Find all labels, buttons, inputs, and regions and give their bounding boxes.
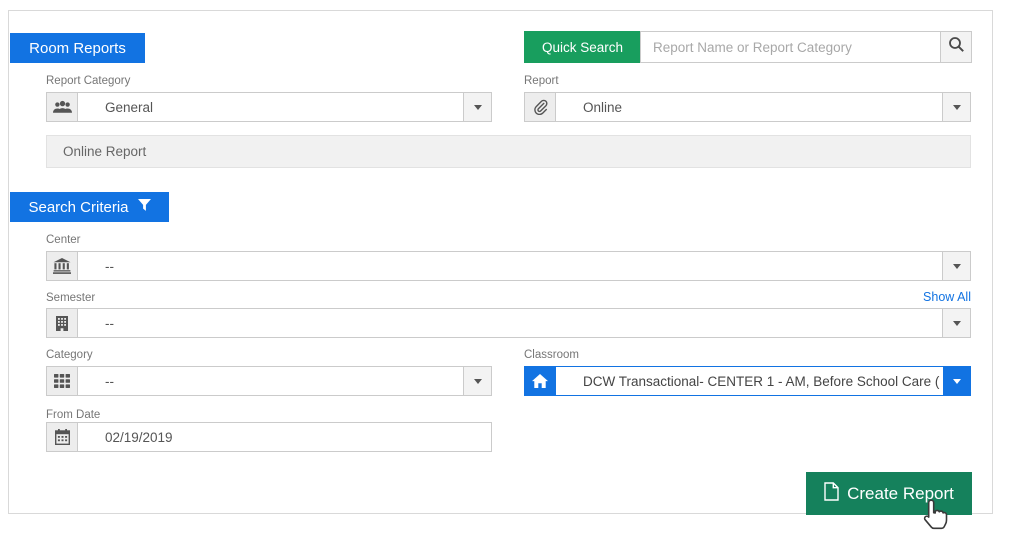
- semester-value: --: [105, 315, 114, 331]
- page-title-label: Room Reports: [29, 39, 126, 57]
- report-category-label: Report Category: [46, 75, 131, 87]
- chevron-down-icon[interactable]: [463, 93, 491, 121]
- report-value: Online: [583, 99, 623, 115]
- chevron-down-icon[interactable]: [942, 309, 970, 337]
- category-value: --: [105, 373, 114, 389]
- calendar-icon: [47, 423, 78, 451]
- center-label: Center: [46, 234, 81, 246]
- semester-label: Semester: [46, 292, 96, 304]
- classroom-label: Classroom: [524, 349, 579, 361]
- report-category-value: General: [105, 99, 154, 115]
- search-submit-button[interactable]: [940, 31, 972, 63]
- building-icon: [47, 309, 78, 337]
- chevron-down-icon[interactable]: [942, 367, 970, 395]
- chevron-down-icon[interactable]: [463, 367, 491, 395]
- create-report-button[interactable]: Create Report: [806, 472, 972, 515]
- search-criteria-header[interactable]: Search Criteria: [10, 192, 169, 222]
- report-description-bar: Online Report: [46, 135, 971, 168]
- report-description-text: Online Report: [63, 144, 147, 159]
- report-category-select[interactable]: General: [46, 92, 492, 122]
- report-select[interactable]: Online: [524, 92, 971, 122]
- classroom-select[interactable]: DCW Transactional- CENTER 1 - AM, Before…: [524, 366, 971, 396]
- show-all-link[interactable]: Show All: [923, 290, 971, 304]
- category-label: Category: [46, 349, 93, 361]
- semester-select[interactable]: --: [46, 308, 971, 338]
- classroom-value: DCW Transactional- CENTER 1 - AM, Before…: [583, 373, 940, 389]
- from-date-label: From Date: [46, 409, 101, 421]
- from-date-input[interactable]: [78, 423, 491, 451]
- bank-icon: [47, 252, 78, 280]
- file-icon: [824, 481, 839, 506]
- quick-search-input[interactable]: [640, 31, 941, 63]
- users-icon: [47, 93, 78, 121]
- category-select[interactable]: --: [46, 366, 492, 396]
- center-value: --: [105, 258, 114, 274]
- home-icon: [525, 367, 556, 395]
- search-criteria-label: Search Criteria: [28, 198, 129, 216]
- search-icon: [948, 36, 965, 58]
- quick-search-button[interactable]: Quick Search: [524, 31, 641, 63]
- chevron-down-icon[interactable]: [942, 93, 970, 121]
- from-date-field[interactable]: [46, 422, 492, 452]
- center-select[interactable]: --: [46, 251, 971, 281]
- page-title-room-reports: Room Reports: [10, 33, 145, 63]
- filter-icon: [137, 198, 151, 216]
- paperclip-icon: [525, 93, 556, 121]
- quick-search-label: Quick Search: [541, 39, 624, 55]
- create-report-label: Create Report: [847, 483, 954, 503]
- report-label: Report: [524, 75, 559, 87]
- grid-icon: [47, 367, 78, 395]
- room-reports-page: Room Reports Quick Search Report Categor…: [0, 0, 1018, 543]
- chevron-down-icon[interactable]: [942, 252, 970, 280]
